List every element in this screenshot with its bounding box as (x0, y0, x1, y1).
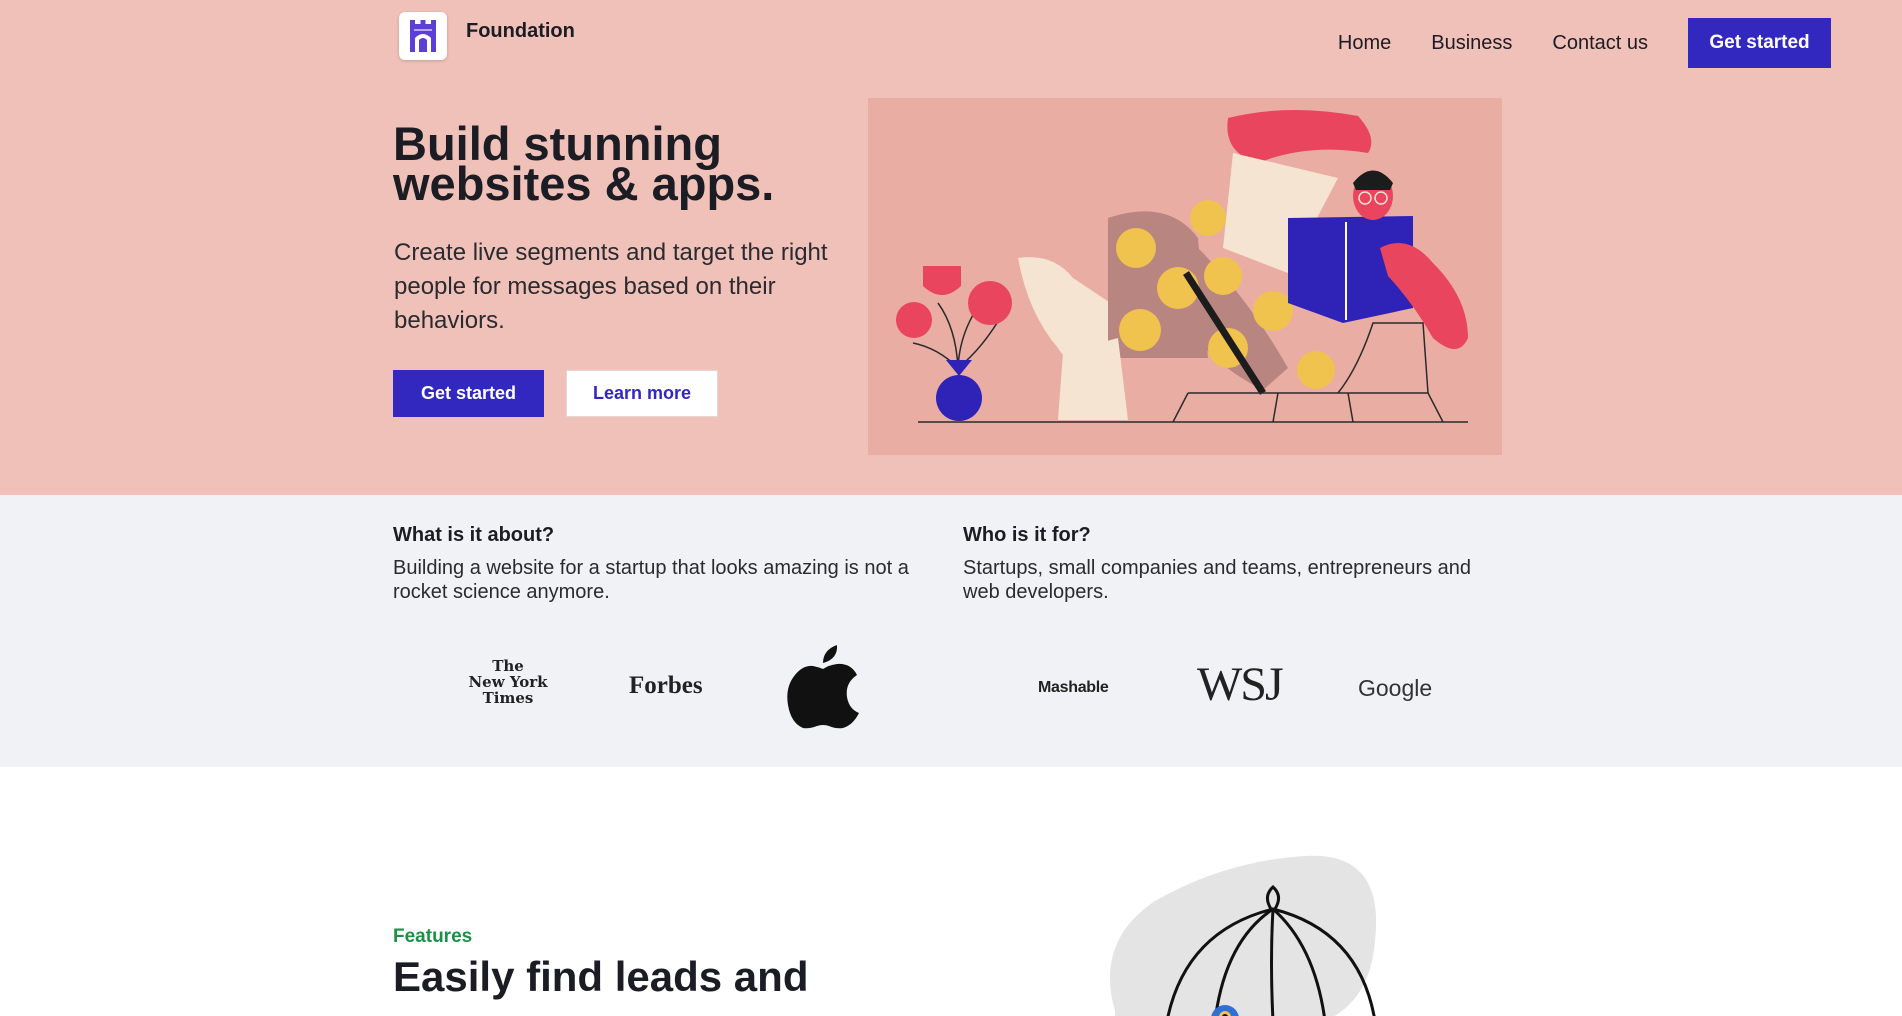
nav-get-started-button[interactable]: Get started (1688, 18, 1831, 68)
features-section: Features Easily find leads and (0, 767, 1902, 1016)
learn-more-button[interactable]: Learn more (566, 370, 718, 417)
get-started-button[interactable]: Get started (393, 370, 544, 417)
nav-link-home[interactable]: Home (1338, 32, 1391, 55)
about-section: What is it about? Building a website for… (0, 495, 1902, 767)
about-what: What is it about? Building a website for… (393, 524, 923, 604)
brand[interactable]: Foundation (399, 12, 575, 60)
about-what-text: Building a website for a startup that lo… (393, 557, 909, 603)
hero-section: Foundation Home Business Contact us Get … (0, 0, 1902, 495)
about-who-text: Startups, small companies and teams, ent… (963, 557, 1472, 603)
about-who: Who is it for? Startups, small companies… (963, 524, 1493, 604)
apple-logo (787, 645, 859, 734)
forbes-logo: Forbes (629, 672, 703, 699)
brand-name: Foundation (466, 19, 575, 42)
nyt-logo-line-2: New York (468, 673, 548, 691)
birdcage-illustration (1085, 851, 1385, 1016)
hero-title-line-2: websites & apps. (393, 157, 775, 210)
nyt-logo: The New York Times (468, 658, 548, 706)
nyt-logo-line-1: The (492, 657, 524, 675)
nav-link-business[interactable]: Business (1431, 32, 1512, 55)
wsj-logo: WSJ (1197, 658, 1284, 711)
features-title: Easily find leads and (393, 953, 809, 1000)
nav-link-contact[interactable]: Contact us (1552, 32, 1648, 55)
nyt-logo-line-3: Times (482, 689, 534, 707)
about-what-heading: What is it about? (393, 524, 555, 546)
features-eyebrow: Features (393, 926, 473, 947)
press-logos: The New York Times Forbes Mashable WSJ G… (393, 645, 1503, 740)
castle-icon (399, 12, 447, 60)
hero-subtitle: Create live segments and target the righ… (394, 239, 828, 334)
hero-illustration (868, 98, 1502, 455)
about-who-heading: Who is it for? (963, 524, 1091, 546)
google-logo: Google (1358, 675, 1433, 701)
hero-title: Build stunning websites & apps. (393, 120, 853, 207)
main-nav: Home Business Contact us Get started (1338, 18, 1831, 68)
mashable-logo: Mashable (1038, 679, 1109, 696)
